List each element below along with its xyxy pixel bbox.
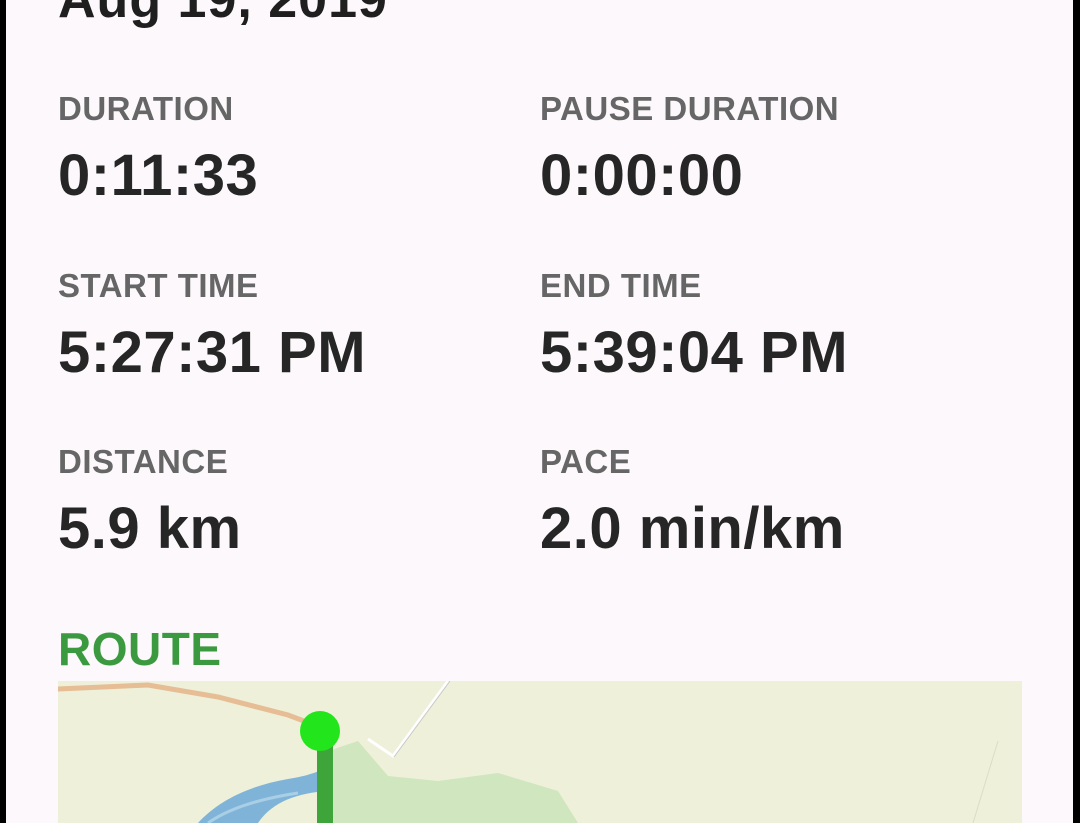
map-road xyxy=(58,682,323,730)
activity-detail-screen: Aug 19, 2019 DURATION 0:11:33 PAUSE DURA… xyxy=(6,0,1073,823)
map-water xyxy=(198,767,328,823)
duration-label: DURATION xyxy=(58,90,234,127)
pause-duration-stat: PAUSE DURATION 0:00:00 xyxy=(540,90,1000,209)
route-section-title: ROUTE xyxy=(58,623,222,675)
activity-date: Aug 19, 2019 xyxy=(58,0,388,29)
end-time-stat: END TIME 5:39:04 PM xyxy=(540,267,1000,386)
distance-label: DISTANCE xyxy=(58,443,229,480)
start-time-stat: START TIME 5:27:31 PM xyxy=(58,267,518,386)
duration-value: 0:11:33 xyxy=(58,143,259,208)
pause-duration-label: PAUSE DURATION xyxy=(540,90,840,127)
distance-stat: DISTANCE 5.9 km xyxy=(58,443,518,562)
pace-value: 2.0 min/km xyxy=(540,496,845,561)
duration-stat: DURATION 0:11:33 xyxy=(58,90,518,209)
map-park-area xyxy=(328,741,578,823)
route-start-marker xyxy=(300,711,340,751)
end-time-label: END TIME xyxy=(540,267,702,304)
distance-value: 5.9 km xyxy=(58,496,242,561)
route-map-graphic xyxy=(58,681,999,823)
route-map[interactable] xyxy=(58,681,1022,823)
start-time-value: 5:27:31 PM xyxy=(58,320,367,385)
pause-duration-value: 0:00:00 xyxy=(540,143,744,208)
end-time-value: 5:39:04 PM xyxy=(540,320,849,385)
start-time-label: START TIME xyxy=(58,267,259,304)
pace-stat: PACE 2.0 min/km xyxy=(540,443,1000,562)
pace-label: PACE xyxy=(540,443,632,480)
